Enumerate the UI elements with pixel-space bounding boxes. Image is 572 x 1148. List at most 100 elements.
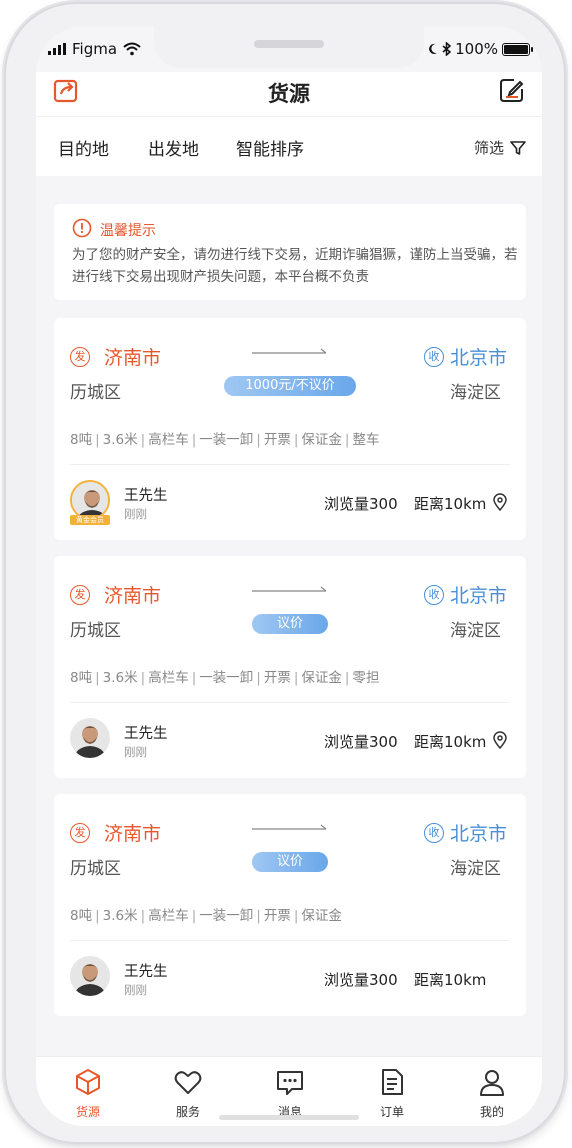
- battery-icon: [502, 42, 533, 56]
- destination-district: 海淀区: [450, 859, 501, 879]
- tag-separator: |: [140, 908, 146, 924]
- filter-label: 筛选: [473, 139, 504, 157]
- origin-district: 历城区: [70, 859, 121, 879]
- cargo-card[interactable]: 发 济南市 收 北京市 历城区 1000元/不议价 海淀区 8吨 | 3.6米 | 高栏…: [54, 318, 526, 540]
- from-badge: 发: [70, 347, 90, 367]
- cargo-card[interactable]: 发 济南市 收 北京市 历城区 议价 海淀区 8吨 | 3.6米 | 高栏车 | 一装一卸 |…: [54, 794, 526, 1016]
- route-arrow-icon: [252, 824, 327, 830]
- tab-messages[interactable]: 消息: [260, 1067, 320, 1120]
- destination-city: 北京市: [450, 823, 508, 845]
- view-count: 浏览量300: [324, 971, 398, 989]
- tag-separator: |: [191, 432, 197, 448]
- tag-separator: |: [256, 908, 261, 924]
- origin-district: 历城区: [70, 621, 121, 641]
- filter-destination[interactable]: 目的地: [58, 135, 109, 160]
- price-badge: 议价: [252, 852, 328, 872]
- cargo-tag: 开票: [263, 432, 291, 448]
- tab-profile[interactable]: 我的: [462, 1067, 522, 1120]
- price-badge: 1000元/不议价: [224, 376, 356, 396]
- shipper-name: 王先生: [124, 726, 168, 742]
- avatar[interactable]: [70, 480, 110, 520]
- destination-city: 北京市: [450, 585, 508, 607]
- to-badge: 收: [424, 347, 444, 367]
- message-icon: [277, 1071, 303, 1095]
- funnel-icon: [510, 140, 526, 155]
- filter-button[interactable]: 筛选: [474, 137, 526, 158]
- filter-smart-sort[interactable]: 智能排序: [236, 135, 304, 160]
- tag-separator: |: [140, 670, 146, 686]
- post-time: 刚刚: [124, 745, 147, 759]
- cargo-tags: 8吨 | 3.6米 | 高栏车 | 一装一卸 | 开票 | 保证金 | 整车: [70, 428, 379, 448]
- cargo-tag: 8吨: [70, 908, 93, 924]
- origin-district: 历城区: [70, 383, 121, 403]
- divider: [70, 940, 510, 941]
- edit-icon[interactable]: [498, 76, 528, 106]
- shipper-name: 王先生: [124, 964, 168, 980]
- to-badge: 收: [424, 823, 444, 843]
- avatar[interactable]: [70, 956, 110, 996]
- origin-city: 济南市: [104, 585, 162, 607]
- divider: [70, 464, 510, 465]
- from-badge: 发: [70, 585, 90, 605]
- origin-city: 济南市: [104, 823, 162, 845]
- battery-percent: 100%: [455, 40, 498, 58]
- cargo-tag: 整车: [352, 432, 380, 448]
- moon-icon: [429, 43, 438, 54]
- box-icon: [76, 1069, 100, 1095]
- cargo-tag: 高栏车: [148, 432, 189, 448]
- tag-separator: |: [191, 670, 197, 686]
- cargo-tag: 8吨: [70, 432, 93, 448]
- location-pin-icon: [493, 493, 507, 511]
- tag-separator: |: [293, 432, 299, 448]
- to-badge: 收: [424, 585, 444, 605]
- route-arrow-icon: [252, 348, 327, 354]
- cargo-tag: 8吨: [70, 670, 93, 686]
- avatar[interactable]: [70, 718, 110, 758]
- cargo-tag: 高栏车: [148, 670, 189, 686]
- tab-service[interactable]: 服务: [158, 1067, 218, 1120]
- heart-icon: [174, 1071, 202, 1094]
- tag-separator: |: [344, 432, 350, 448]
- destination-district: 海淀区: [450, 383, 501, 403]
- price-badge: 议价: [252, 614, 328, 634]
- post-time: 刚刚: [124, 507, 147, 521]
- shipper-name: 王先生: [124, 488, 168, 504]
- notice-title: 温馨提示: [100, 223, 156, 239]
- distance: 距离10km: [414, 971, 487, 989]
- cargo-tag: 一装一卸: [199, 670, 254, 686]
- cargo-tag: 零担: [352, 670, 380, 686]
- origin-city: 济南市: [104, 347, 162, 369]
- user-icon: [480, 1070, 504, 1096]
- tag-separator: |: [95, 908, 100, 924]
- cargo-tag: 一装一卸: [199, 908, 254, 924]
- wifi-icon: [123, 42, 141, 56]
- tag-separator: |: [344, 670, 350, 686]
- tab-label: 我的: [479, 1105, 504, 1119]
- cargo-tag: 开票: [263, 670, 291, 686]
- cargo-tag: 3.6米: [102, 670, 138, 686]
- cargo-tags: 8吨 | 3.6米 | 高栏车 | 一装一卸 | 开票 | 保证金 | 零担: [70, 666, 379, 686]
- notice-text: 为了您的财产安全，请勿进行线下交易，近期诈骗猖獗，谨防上当受骗，若进行线下交易出…: [72, 247, 518, 285]
- tab-label: 服务: [175, 1105, 200, 1119]
- tab-cargo[interactable]: 货源: [58, 1067, 118, 1120]
- phone-frame: Figma 100% 货源 目的地 出发地 智能排序 筛选 温馨提示 为了您的财…: [4, 2, 566, 1144]
- tag-separator: |: [293, 670, 299, 686]
- home-indicator: [219, 1115, 359, 1120]
- bluetooth-icon: [442, 42, 452, 56]
- tag-separator: |: [191, 908, 197, 924]
- tab-orders[interactable]: 订单: [362, 1067, 422, 1120]
- cargo-card[interactable]: 发 济南市 收 北京市 历城区 议价 海淀区 8吨 | 3.6米 | 高栏车 | 一装一卸 |…: [54, 556, 526, 778]
- filter-bar: 目的地 出发地 智能排序 筛选: [36, 116, 542, 176]
- filter-origin[interactable]: 出发地: [148, 135, 199, 160]
- order-icon: [382, 1069, 403, 1095]
- from-badge: 发: [70, 823, 90, 843]
- cargo-tag: 保证金: [301, 908, 342, 924]
- nav-header: 货源: [36, 72, 542, 116]
- cargo-tag: 保证金: [301, 432, 342, 448]
- warning-notice: 温馨提示 为了您的财产安全，请勿进行线下交易，近期诈骗猖獗，谨防上当受骗，若进行…: [54, 204, 526, 300]
- cargo-tag: 开票: [263, 908, 291, 924]
- tag-separator: |: [95, 432, 100, 448]
- vip-badge: 黄金会员: [70, 515, 110, 525]
- carrier-label: Figma: [72, 40, 118, 58]
- cargo-tags: 8吨 | 3.6米 | 高栏车 | 一装一卸 | 开票 | 保证金: [70, 904, 342, 924]
